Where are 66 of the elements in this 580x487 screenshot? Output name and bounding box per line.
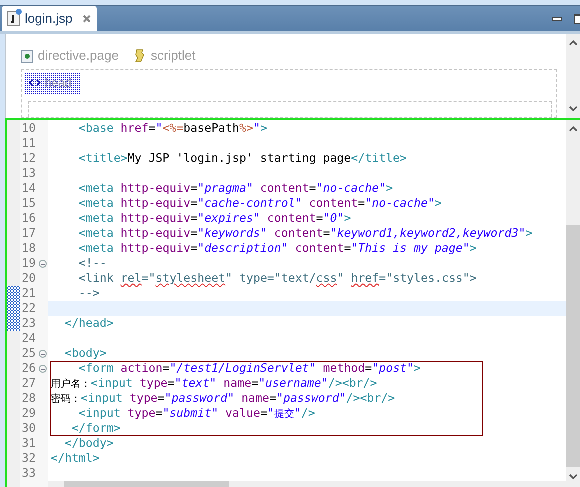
code-line: 密码：<input type="password" name="password"/><br/> (51, 390, 396, 407)
line-number: 25 (21, 344, 36, 362)
code-line: <meta http-equiv="pragma" content="no-cache"> (78, 180, 394, 197)
line-number: 22 (21, 300, 36, 317)
code-line: <input type="submit" value="提交"/> (78, 404, 316, 422)
palette-item[interactable]: scriptlet (150, 48, 196, 63)
fold-icon[interactable] (39, 260, 47, 268)
change-marker (7, 316, 20, 331)
scroll-up-icon[interactable] (568, 126, 578, 132)
code-line: <form action="/test1/LoginServlet" method="post"> (78, 360, 422, 377)
line-number: 27 (21, 374, 36, 392)
line-number: 23 (21, 314, 36, 332)
line-number: 17 (21, 224, 36, 242)
head-element[interactable]: head (25, 72, 81, 94)
code-line: <!-- (78, 254, 107, 272)
line-number: 19 (21, 254, 36, 272)
scroll-icon (134, 48, 146, 63)
scroll-down-icon[interactable] (568, 106, 578, 112)
line-number: 16 (21, 210, 36, 227)
line-number: 28 (21, 390, 36, 407)
line-number: 18 (21, 240, 36, 257)
line-number: 10 (21, 120, 36, 137)
line-number: 14 (21, 180, 36, 197)
scroll-down-icon[interactable] (568, 474, 578, 480)
code-line: <link rel="stylesheet" type="text/css" href="styles.css"> (78, 270, 477, 287)
line-number: 20 (21, 270, 36, 287)
line-number: 33 (21, 464, 36, 482)
code-line: --> (78, 284, 100, 302)
line-number: 32 (21, 450, 36, 467)
palette-item[interactable]: directive.page (38, 48, 119, 63)
vertical-scrollbar[interactable] (566, 120, 580, 487)
line-number: 15 (21, 194, 36, 212)
code-line: <body> (64, 344, 107, 362)
vertical-scrollbar[interactable] (566, 34, 580, 118)
code-line: <meta http-equiv="description" content="This is my page"> (78, 240, 477, 257)
scroll-up-icon[interactable] (568, 40, 578, 46)
line-number: 11 (21, 134, 36, 152)
tag-icon (29, 79, 41, 88)
editor-tab[interactable]: login.jsp (2, 6, 97, 31)
line-number: 31 (21, 434, 36, 452)
change-marker (7, 301, 20, 316)
fold-icon[interactable] (39, 350, 47, 358)
code-line: <title>My JSP 'login.jsp' starting page</title> (78, 150, 407, 167)
line-number: 24 (21, 330, 36, 347)
code-line: <meta http-equiv="cache-control" content="no-cache"> (78, 194, 442, 212)
line-number: 29 (21, 404, 36, 422)
fold-icon[interactable] (39, 365, 47, 373)
code-line: </head> (64, 314, 114, 332)
line-number: 26 (21, 360, 36, 377)
code-line: </form> (70, 420, 121, 437)
code-line: 用户名：<input type="text" name="username"/><br/> (51, 374, 378, 392)
code-line: </html> (51, 450, 100, 467)
code-line: <meta http-equiv="expires" content="0"> (78, 210, 352, 227)
horizontal-scrollbar[interactable] (48, 481, 566, 487)
code-line: </body> (64, 434, 114, 452)
minimize-icon[interactable] (552, 16, 562, 20)
line-number: 13 (21, 164, 36, 182)
line-number: 30 (21, 420, 36, 437)
code-line: <base href="<%=basePath%>"> (78, 120, 268, 137)
change-marker (7, 286, 20, 301)
java-file-icon (7, 11, 20, 26)
page-icon (21, 50, 33, 63)
line-number: 12 (21, 150, 36, 167)
close-icon[interactable] (82, 14, 91, 22)
code-line: <meta http-equiv="keywords" content="keyword1,keyword2,keyword3"> (78, 224, 533, 242)
line-number: 21 (21, 284, 36, 302)
